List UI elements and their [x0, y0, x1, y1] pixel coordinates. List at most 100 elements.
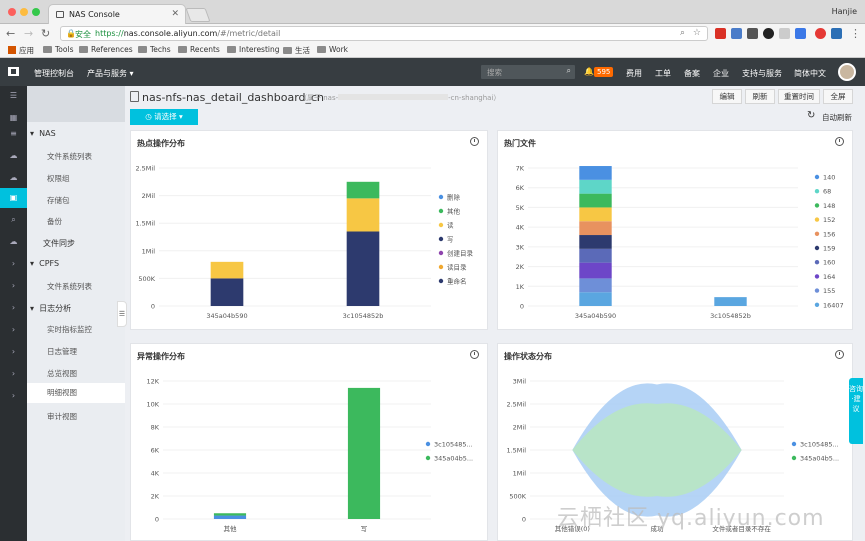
browser-tab[interactable]: NAS Console ✕ [48, 4, 186, 24]
bar-segment [346, 181, 380, 199]
bar-segment [579, 166, 612, 180]
chevron-right-icon[interactable]: › [0, 386, 27, 406]
filter-select[interactable]: ◷ 请选择 ▾ [130, 109, 198, 125]
sidebar-group-cpfs[interactable]: ▾ CPFS [30, 259, 59, 268]
header-link-support[interactable]: 支持与服务 [742, 68, 782, 79]
close-tab-icon[interactable]: ✕ [171, 9, 179, 19]
legend-label: 140 [823, 174, 835, 182]
record-extension-icon[interactable] [763, 28, 774, 39]
sidebar-item-cpfs-filesystems[interactable]: 文件系统列表 [47, 281, 92, 292]
minimize-window-button[interactable] [20, 8, 28, 16]
sidebar-item-overview[interactable]: 总览视图 [47, 368, 77, 379]
edit-button[interactable]: 编辑 [712, 89, 742, 104]
sidebar-collapse-handle[interactable]: ☰ [117, 301, 127, 327]
chevron-right-icon[interactable]: › [0, 254, 27, 274]
chevron-right-icon[interactable]: › [0, 342, 27, 362]
counter-extension-icon[interactable] [747, 28, 758, 39]
secure-label: 安全 [75, 30, 91, 39]
menu-dots-icon[interactable]: ⋮ [850, 27, 861, 40]
y-tick-label: 4K [516, 224, 525, 232]
auto-refresh-toggle[interactable]: 自动刷新 [822, 112, 852, 123]
bookmark-recents[interactable]: Recents [178, 45, 220, 54]
feedback-float-button[interactable]: 咨询·建议 [849, 378, 863, 444]
bookmark-life[interactable]: 生活 [283, 45, 310, 56]
y-tick-label: 6K [151, 447, 160, 455]
bookmark-references[interactable]: References [79, 45, 133, 54]
zoom-search-icon[interactable]: ⌕ [680, 28, 685, 38]
products-menu[interactable]: 产品与服务 ▾ [87, 68, 134, 79]
search-icon[interactable]: ⌕ [0, 210, 27, 230]
star-icon[interactable]: ☆ [693, 28, 701, 38]
y-tick-label: 1.5Mil [506, 447, 526, 455]
menu-toggle-icon[interactable]: ☰ [0, 86, 27, 106]
legend-label: 3c105485... [800, 441, 839, 449]
header-link-tickets[interactable]: 工单 [655, 68, 671, 79]
y-tick-label: 0 [520, 303, 524, 311]
fullscreen-button[interactable]: 全屏 [823, 89, 853, 104]
dict-extension-icon[interactable] [795, 28, 806, 39]
header-link-language[interactable]: 简体中文 [794, 68, 826, 79]
sidebar-item-audit-view[interactable]: 审计视图 [47, 411, 77, 422]
maximize-window-button[interactable] [32, 8, 40, 16]
y-tick-label: 2Mil [513, 424, 527, 432]
sidebar-item-filesystems[interactable]: 文件系统列表 [47, 151, 92, 162]
header-link-fees[interactable]: 费用 [626, 68, 642, 79]
legend-swatch [814, 217, 820, 222]
bookmark-techs[interactable]: Techs [138, 45, 171, 54]
header-link-icp[interactable]: 备案 [684, 68, 700, 79]
sidebar-item-backup[interactable]: 备份 [47, 216, 62, 227]
y-tick-label: 1K [516, 283, 525, 291]
download-extension-icon[interactable] [779, 28, 790, 39]
url-field[interactable]: 🔒 安全 https://nas.console.aliyun.com/#/me… [60, 26, 708, 41]
shield-extension-icon[interactable] [815, 28, 826, 39]
tab-title: NAS Console [69, 10, 120, 19]
bookmark-work[interactable]: Work [317, 45, 348, 54]
bookmark-tools[interactable]: Tools [43, 45, 73, 54]
bookmark-apps[interactable]: 应用 [8, 45, 34, 56]
sidebar-item-storage-packages[interactable]: 存储包 [47, 195, 70, 206]
legend-label: 155 [823, 287, 835, 295]
back-icon[interactable]: ← [6, 27, 15, 40]
list-icon[interactable]: ≡ [0, 124, 27, 144]
search-icon[interactable]: ⌕ [567, 66, 571, 76]
screenshot-extension-icon[interactable] [831, 28, 842, 39]
header-link-enterprise[interactable]: 企业 [713, 68, 729, 79]
cloud-outline-icon[interactable]: ☁ [0, 168, 27, 188]
new-tab-button[interactable] [185, 8, 211, 22]
sidebar-group-log-analysis[interactable]: ▾ 日志分析 [30, 303, 71, 314]
sidebar-group-file-sync[interactable]: 文件同步 [43, 238, 75, 249]
storage-icon[interactable]: ▣ [0, 188, 27, 208]
browser-user[interactable]: Hanjie [832, 7, 857, 16]
refresh-icon[interactable]: ↻ [807, 110, 815, 121]
forward-icon[interactable]: → [24, 27, 33, 40]
reset-time-button[interactable]: 重置时间 [778, 89, 820, 104]
chevron-right-icon[interactable]: › [0, 364, 27, 384]
cloud-icon[interactable]: ☁ [0, 146, 27, 166]
refresh-button[interactable]: 刷新 [745, 89, 775, 104]
legend-swatch [814, 174, 820, 180]
sidebar-group-nas[interactable]: ▾ NAS [30, 129, 56, 138]
chevron-right-icon[interactable]: › [0, 298, 27, 318]
translate-extension-icon[interactable] [731, 28, 742, 39]
sidebar-item-permission-groups[interactable]: 权限组 [47, 173, 70, 184]
close-window-button[interactable] [8, 8, 16, 16]
bell-icon[interactable]: 🔔 [584, 67, 594, 76]
aliyun-logo-icon[interactable] [8, 67, 19, 76]
notification-badge[interactable]: 595 [594, 67, 614, 77]
legend-swatch [814, 260, 820, 265]
bookmark-interesting[interactable]: Interesting [227, 45, 280, 54]
chevron-right-icon[interactable]: › [0, 320, 27, 340]
caret-down-icon: ▾ [30, 259, 35, 268]
legend-swatch [438, 278, 444, 284]
header-search-input[interactable]: 搜索 ⌕ [481, 65, 575, 79]
avatar[interactable] [838, 63, 856, 81]
console-home-link[interactable]: 管理控制台 [34, 68, 74, 79]
sidebar-item-detail-view[interactable]: 明细视图 [27, 383, 125, 403]
cloud-upload-icon[interactable]: ☁ [0, 232, 27, 252]
reload-icon[interactable]: ↻ [41, 27, 50, 40]
sidebar-item-log-management[interactable]: 日志管理 [47, 346, 77, 357]
chevron-right-icon[interactable]: › [0, 276, 27, 296]
y-tick-label: 2.5Mil [506, 401, 526, 409]
sidebar-item-realtime-metrics[interactable]: 实时指标监控 [47, 324, 92, 335]
adblock-extension-icon[interactable] [715, 28, 726, 39]
